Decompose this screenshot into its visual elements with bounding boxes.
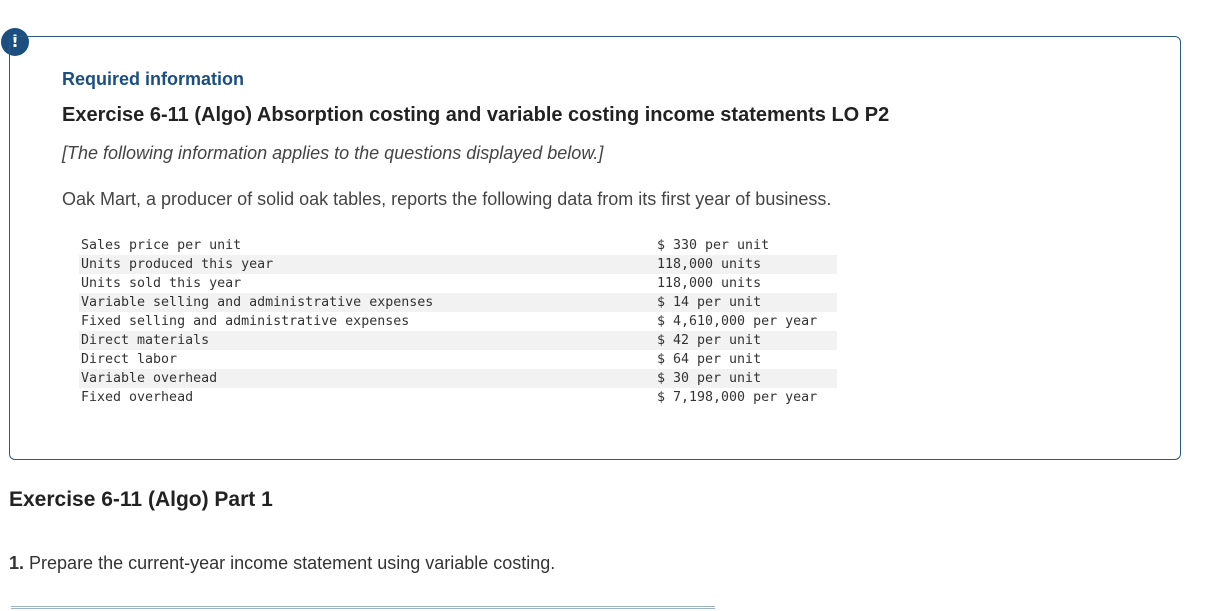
row-value: $ 42 per unit — [655, 331, 837, 350]
row-label: Fixed selling and administrative expense… — [81, 314, 410, 329]
row-label: Variable overhead — [79, 369, 655, 388]
row-value: $ 14 per unit — [655, 293, 837, 312]
table-row: Fixed selling and administrative expense… — [79, 312, 837, 331]
row-label: Units produced this year — [79, 255, 655, 274]
question-body: Prepare the current-year income statemen… — [29, 553, 556, 573]
row-label: Direct materials — [79, 331, 655, 350]
row-value: $ 7,198,000 per year — [657, 390, 818, 405]
table-row: Units produced this year 118,000 units — [79, 255, 837, 274]
table-row: Fixed overhead $ 7,198,000 per year — [79, 388, 837, 407]
row-value: $ 64 per unit — [657, 352, 762, 367]
instructions-note: [The following information applies to th… — [62, 143, 604, 163]
row-value: 118,000 units — [657, 276, 762, 291]
row-label: Fixed overhead — [81, 390, 194, 405]
table-row: Direct materials $ 42 per unit — [79, 331, 837, 350]
divider — [11, 606, 715, 609]
required-information-heading: Required information — [62, 69, 245, 89]
intro-text: Oak Mart, a producer of solid oak tables… — [62, 189, 832, 209]
question-number: 1. — [9, 553, 25, 573]
exercise-title: Exercise 6-11 (Algo) Absorption costing … — [62, 104, 890, 126]
data-table: Sales price per unit $ 330 per unit Unit… — [79, 236, 837, 407]
row-value: $ 4,610,000 per year — [657, 314, 818, 329]
question-text: 1. Prepare the current-year income state… — [9, 553, 555, 574]
table-row: Variable selling and administrative expe… — [79, 293, 837, 312]
table-row: Units sold this year 118,000 units — [79, 274, 837, 293]
row-value: $ 30 per unit — [655, 369, 837, 388]
table-row: Variable overhead $ 30 per unit — [79, 369, 837, 388]
table-row: Direct labor $ 64 per unit — [79, 350, 837, 369]
row-label: Direct labor — [81, 352, 178, 367]
part-title: Exercise 6-11 (Algo) Part 1 — [9, 488, 273, 511]
row-value: 118,000 units — [655, 255, 837, 274]
table-row: Sales price per unit $ 330 per unit — [79, 236, 837, 255]
row-value: $ 330 per unit — [657, 238, 770, 253]
row-label: Variable selling and administrative expe… — [79, 293, 655, 312]
row-label: Units sold this year — [81, 276, 242, 291]
row-label: Sales price per unit — [81, 238, 242, 253]
